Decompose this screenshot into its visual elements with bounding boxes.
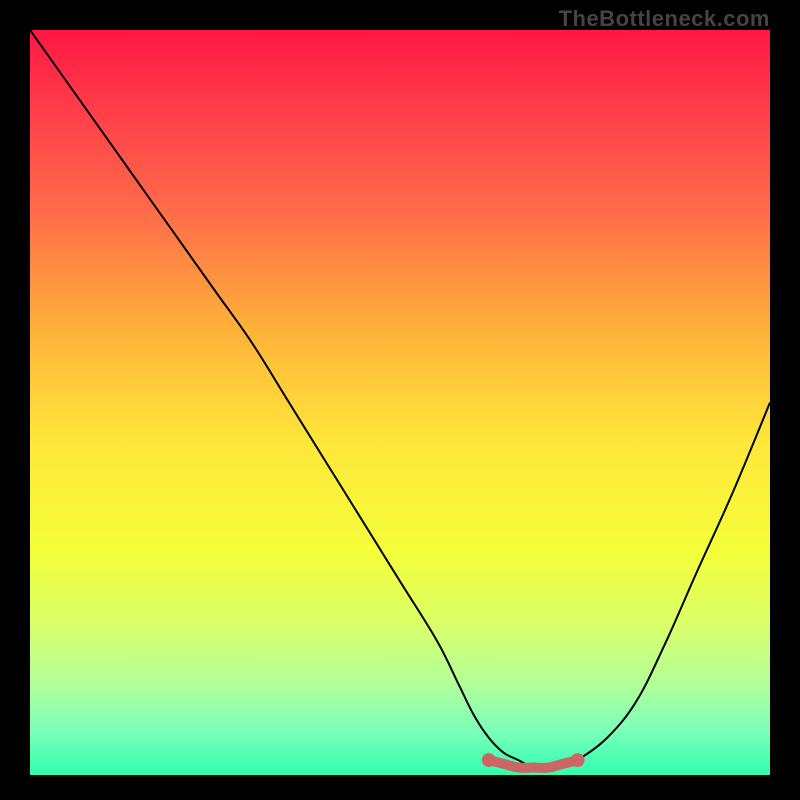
- highlight-endpoint: [571, 753, 585, 767]
- gradient-background: [30, 30, 770, 775]
- chart-svg: [0, 0, 800, 800]
- highlight-endpoint: [482, 753, 496, 767]
- watermark-label: TheBottleneck.com: [559, 6, 770, 32]
- bottleneck-chart: TheBottleneck.com: [0, 0, 800, 800]
